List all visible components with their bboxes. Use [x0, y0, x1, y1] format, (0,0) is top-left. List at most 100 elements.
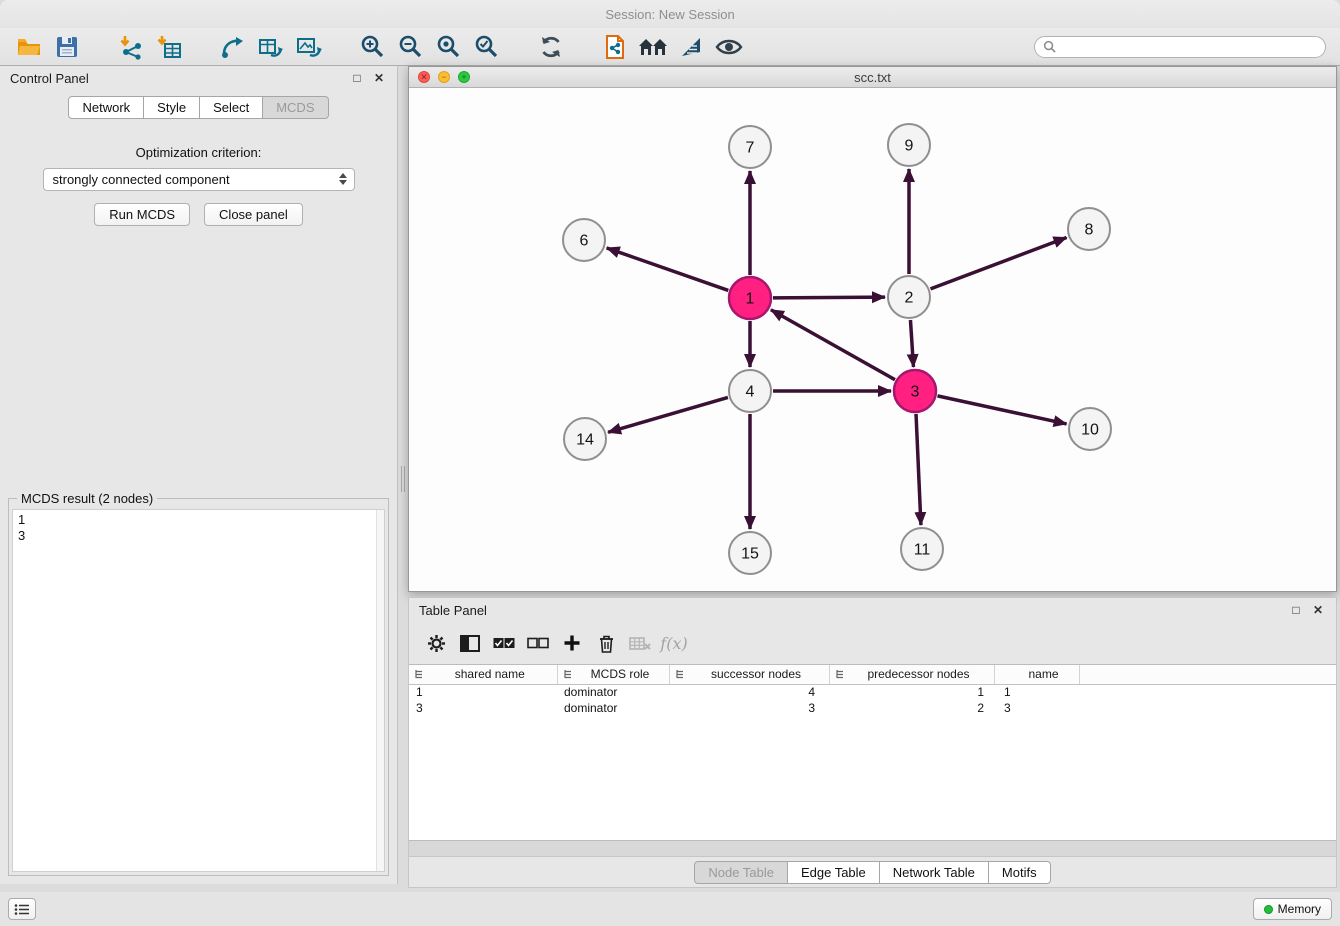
close-table-panel-icon[interactable]: ✕	[1310, 602, 1326, 618]
column-header-shared-name[interactable]: shared name	[409, 665, 557, 684]
column-header-successor-nodes[interactable]: successor nodes	[669, 665, 829, 684]
node-4[interactable]: 4	[729, 370, 771, 412]
node-14[interactable]: 14	[564, 418, 606, 460]
select-all-rows-button[interactable]	[489, 629, 519, 657]
table-cell[interactable]: 3	[669, 700, 829, 716]
node-2[interactable]: 2	[888, 276, 930, 318]
table-cell[interactable]: 1	[829, 684, 994, 700]
node-1[interactable]: 1	[729, 277, 771, 319]
network-window-titlebar[interactable]: ✕ − + scc.txt	[409, 67, 1336, 88]
eye-icon	[715, 36, 743, 58]
edge-2-3[interactable]	[910, 320, 913, 367]
node-8[interactable]: 8	[1068, 208, 1110, 250]
tab-edge-table[interactable]: Edge Table	[788, 861, 880, 884]
node-3[interactable]: 3	[894, 370, 936, 412]
float-panel-icon[interactable]: □	[349, 70, 365, 86]
network-graph[interactable]: 7 9 6 8 1 2 4 3 14 10 15 11	[409, 88, 1336, 591]
close-window-icon[interactable]: ✕	[418, 71, 430, 83]
import-network-button[interactable]	[112, 31, 150, 63]
node-9[interactable]: 9	[888, 124, 930, 166]
memory-button[interactable]: Memory	[1253, 898, 1332, 920]
tab-mcds[interactable]: MCDS	[263, 96, 328, 119]
result-scrollbar[interactable]	[376, 510, 384, 871]
network-from-selection-button[interactable]	[214, 31, 252, 63]
panel-splitter[interactable]	[398, 66, 408, 884]
column-header-name[interactable]: name	[994, 665, 1079, 684]
edge-4-14[interactable]	[608, 397, 728, 432]
table-cell[interactable]: 2	[829, 700, 994, 716]
zoom-in-button[interactable]	[354, 31, 392, 63]
run-mcds-button[interactable]: Run MCDS	[94, 203, 190, 226]
table-cell-filler	[1079, 684, 1336, 700]
save-floppy-icon	[55, 35, 79, 59]
column-header-predecessor-nodes[interactable]: predecessor nodes	[829, 665, 994, 684]
fx-icon: f(x)	[660, 634, 687, 653]
import-network-icon	[118, 34, 144, 60]
table-cell[interactable]: dominator	[557, 700, 669, 716]
table-cell[interactable]: 1	[994, 684, 1079, 700]
node-6[interactable]: 6	[563, 219, 605, 261]
minimize-window-icon[interactable]: −	[438, 71, 450, 83]
table-row[interactable]: 3dominator323	[409, 700, 1336, 716]
table-hscroll-area[interactable]	[409, 841, 1336, 857]
function-builder-button[interactable]: f(x)	[659, 629, 689, 657]
network-canvas[interactable]: 7 9 6 8 1 2 4 3 14 10 15 11	[409, 88, 1336, 591]
tab-motifs[interactable]: Motifs	[989, 861, 1051, 884]
table-cell[interactable]: 1	[409, 684, 557, 700]
tab-node-table[interactable]: Node Table	[694, 861, 788, 884]
edge-3-10[interactable]	[937, 396, 1066, 424]
node-table-area[interactable]: shared name MCDS role successor nodes	[409, 664, 1336, 841]
search-input[interactable]	[1061, 40, 1317, 54]
panel-toggle-button[interactable]	[8, 898, 36, 920]
open-session-button[interactable]	[10, 31, 48, 63]
zoom-selected-button[interactable]	[468, 31, 506, 63]
close-panel-button[interactable]: Close panel	[204, 203, 303, 226]
node-7[interactable]: 7	[729, 126, 771, 168]
add-column-button[interactable]	[557, 629, 587, 657]
list-icon	[14, 903, 30, 916]
table-settings-button[interactable]	[421, 629, 451, 657]
edge-3-11[interactable]	[916, 414, 921, 525]
table-cell[interactable]: 3	[994, 700, 1079, 716]
tab-style[interactable]: Style	[144, 96, 200, 119]
mcds-result-textarea[interactable]: 1 3	[12, 509, 385, 872]
table-cell[interactable]: dominator	[557, 684, 669, 700]
delete-column-button[interactable]	[591, 629, 621, 657]
table-row[interactable]: 1dominator411	[409, 684, 1336, 700]
tab-select[interactable]: Select	[200, 96, 263, 119]
node-15[interactable]: 15	[729, 532, 771, 574]
export-image-button[interactable]	[290, 31, 328, 63]
table-cell[interactable]: 3	[409, 700, 557, 716]
delete-table-button[interactable]	[625, 629, 655, 657]
node-10[interactable]: 10	[1069, 408, 1111, 450]
edge-2-8[interactable]	[931, 237, 1067, 288]
edge-1-6[interactable]	[607, 248, 729, 290]
export-document-icon	[602, 34, 628, 60]
export-document-button[interactable]	[596, 31, 634, 63]
export-table-button[interactable]	[252, 31, 290, 63]
mcds-result-title: MCDS result (2 nodes)	[17, 491, 157, 506]
node-11[interactable]: 11	[901, 528, 943, 570]
show-column-panel-button[interactable]	[455, 629, 485, 657]
edge-3-1[interactable]	[771, 310, 895, 380]
float-table-panel-icon[interactable]: □	[1288, 602, 1304, 618]
zoom-fit-button[interactable]	[430, 31, 468, 63]
column-header-mcds-role[interactable]: MCDS role	[557, 665, 669, 684]
edge-1-2[interactable]	[773, 297, 885, 298]
tab-network-table[interactable]: Network Table	[880, 861, 989, 884]
main-toolbar	[0, 28, 1340, 66]
save-session-button[interactable]	[48, 31, 86, 63]
tab-network[interactable]: Network	[68, 96, 144, 119]
maximize-window-icon[interactable]: +	[458, 71, 470, 83]
close-panel-icon[interactable]: ✕	[371, 70, 387, 86]
criterion-select[interactable]: strongly connected component	[43, 168, 355, 191]
eye-button[interactable]	[710, 31, 748, 63]
label-wand-button[interactable]	[672, 31, 710, 63]
zoom-out-button[interactable]	[392, 31, 430, 63]
homes-button[interactable]	[634, 31, 672, 63]
table-cell[interactable]: 4	[669, 684, 829, 700]
svg-text:14: 14	[576, 432, 594, 449]
import-table-button[interactable]	[150, 31, 188, 63]
refresh-button[interactable]	[532, 31, 570, 63]
deselect-all-rows-button[interactable]	[523, 629, 553, 657]
